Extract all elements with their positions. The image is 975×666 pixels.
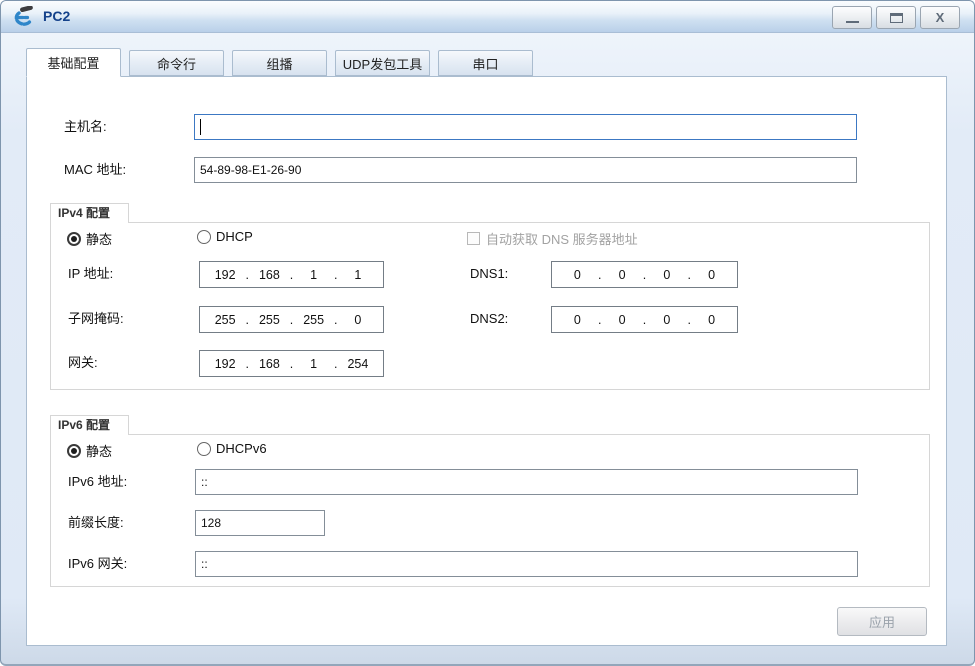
radio-unselected-icon — [197, 441, 211, 456]
text-caret — [200, 119, 201, 135]
minimize-icon — [845, 20, 859, 23]
subnet-mask-input[interactable]: 255. 255. 255. 0 — [199, 306, 384, 333]
close-button[interactable]: X — [920, 6, 960, 29]
ipv6-group-label: IPv6 配置 — [50, 415, 130, 435]
close-icon: X — [935, 10, 945, 25]
mac-input[interactable]: 54-89-98-E1-26-90 — [194, 157, 857, 183]
checkbox-icon — [467, 232, 480, 245]
prefix-length-input[interactable]: 128 — [195, 510, 325, 536]
ipv4-static-radio[interactable]: 静态 — [67, 229, 112, 248]
maximize-icon — [889, 12, 903, 23]
hostname-label: 主机名: — [64, 119, 107, 134]
tab-serial[interactable]: 串口 — [438, 50, 533, 76]
maximize-button[interactable] — [876, 6, 916, 29]
ipv6-gateway-input[interactable]: :: — [195, 551, 858, 577]
ip-address-input[interactable]: 192. 168. 1. 1 — [199, 261, 384, 288]
titlebar[interactable]: PC2 X — [1, 1, 974, 33]
ipv4-group: IPv4 配置 静态 DHCP 自动获取 DNS 服务器地址 IP 地址: 19… — [50, 203, 930, 390]
radio-selected-icon — [67, 231, 81, 246]
window-title: PC2 — [43, 8, 71, 24]
tab-basic-config[interactable]: 基础配置 — [26, 48, 121, 77]
apply-button[interactable]: 应用 — [837, 607, 927, 636]
ipv6-dhcpv6-radio[interactable]: DHCPv6 — [197, 441, 267, 456]
hostname-input[interactable] — [194, 114, 857, 140]
dns1-input[interactable]: 0.0.0.0 — [551, 261, 738, 288]
ip-address-label: IP 地址: — [68, 266, 114, 281]
tab-multicast[interactable]: 组播 — [232, 50, 327, 76]
prefix-length-label: 前缀长度: — [68, 515, 124, 530]
pc-config-window: PC2 X 基础配置 命令行 组播 UDP发包工具 串口 主机名: MAC 地址… — [0, 0, 975, 666]
ensp-logo-icon — [14, 6, 33, 26]
radio-unselected-icon — [197, 229, 211, 244]
tab-bar: 基础配置 命令行 组播 UDP发包工具 串口 — [26, 48, 533, 77]
dns1-label: DNS1: — [470, 266, 509, 281]
ipv6-address-input[interactable]: :: — [195, 469, 858, 495]
tab-cli[interactable]: 命令行 — [129, 50, 224, 76]
ipv4-dhcp-radio[interactable]: DHCP — [197, 229, 253, 244]
ipv6-static-radio[interactable]: 静态 — [67, 441, 112, 460]
ipv6-gateway-label: IPv6 网关: — [68, 556, 128, 571]
ipv6-address-label: IPv6 地址: — [68, 474, 128, 489]
ipv4-group-label: IPv4 配置 — [50, 203, 130, 223]
subnet-mask-label: 子网掩码: — [68, 311, 124, 326]
radio-selected-icon — [67, 443, 81, 458]
ipv6-group: IPv6 配置 静态 DHCPv6 IPv6 地址: :: 前缀长度: 128 … — [50, 415, 930, 587]
tab-udp-tool[interactable]: UDP发包工具 — [335, 50, 430, 76]
basic-config-panel: 主机名: MAC 地址: 54-89-98-E1-26-90 IPv4 配置 静… — [26, 76, 947, 646]
minimize-button[interactable] — [832, 6, 872, 29]
gateway-label: 网关: — [68, 355, 98, 370]
mac-label: MAC 地址: — [64, 162, 127, 177]
dns2-label: DNS2: — [470, 311, 509, 326]
auto-dns-checkbox[interactable]: 自动获取 DNS 服务器地址 — [467, 229, 638, 248]
dns2-input[interactable]: 0.0.0.0 — [551, 306, 738, 333]
gateway-input[interactable]: 192. 168. 1. 254 — [199, 350, 384, 377]
